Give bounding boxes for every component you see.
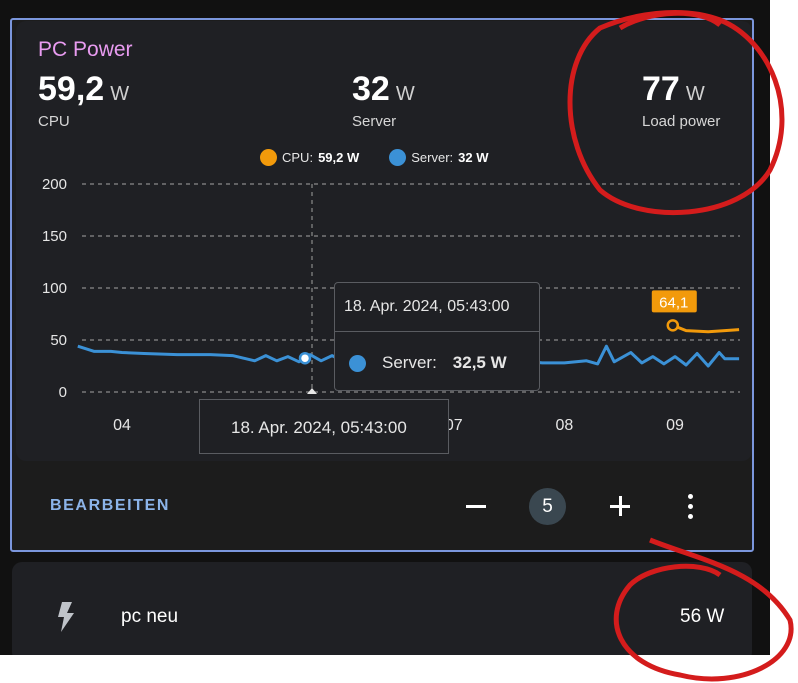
red-annotation-circles bbox=[567, 10, 794, 682]
